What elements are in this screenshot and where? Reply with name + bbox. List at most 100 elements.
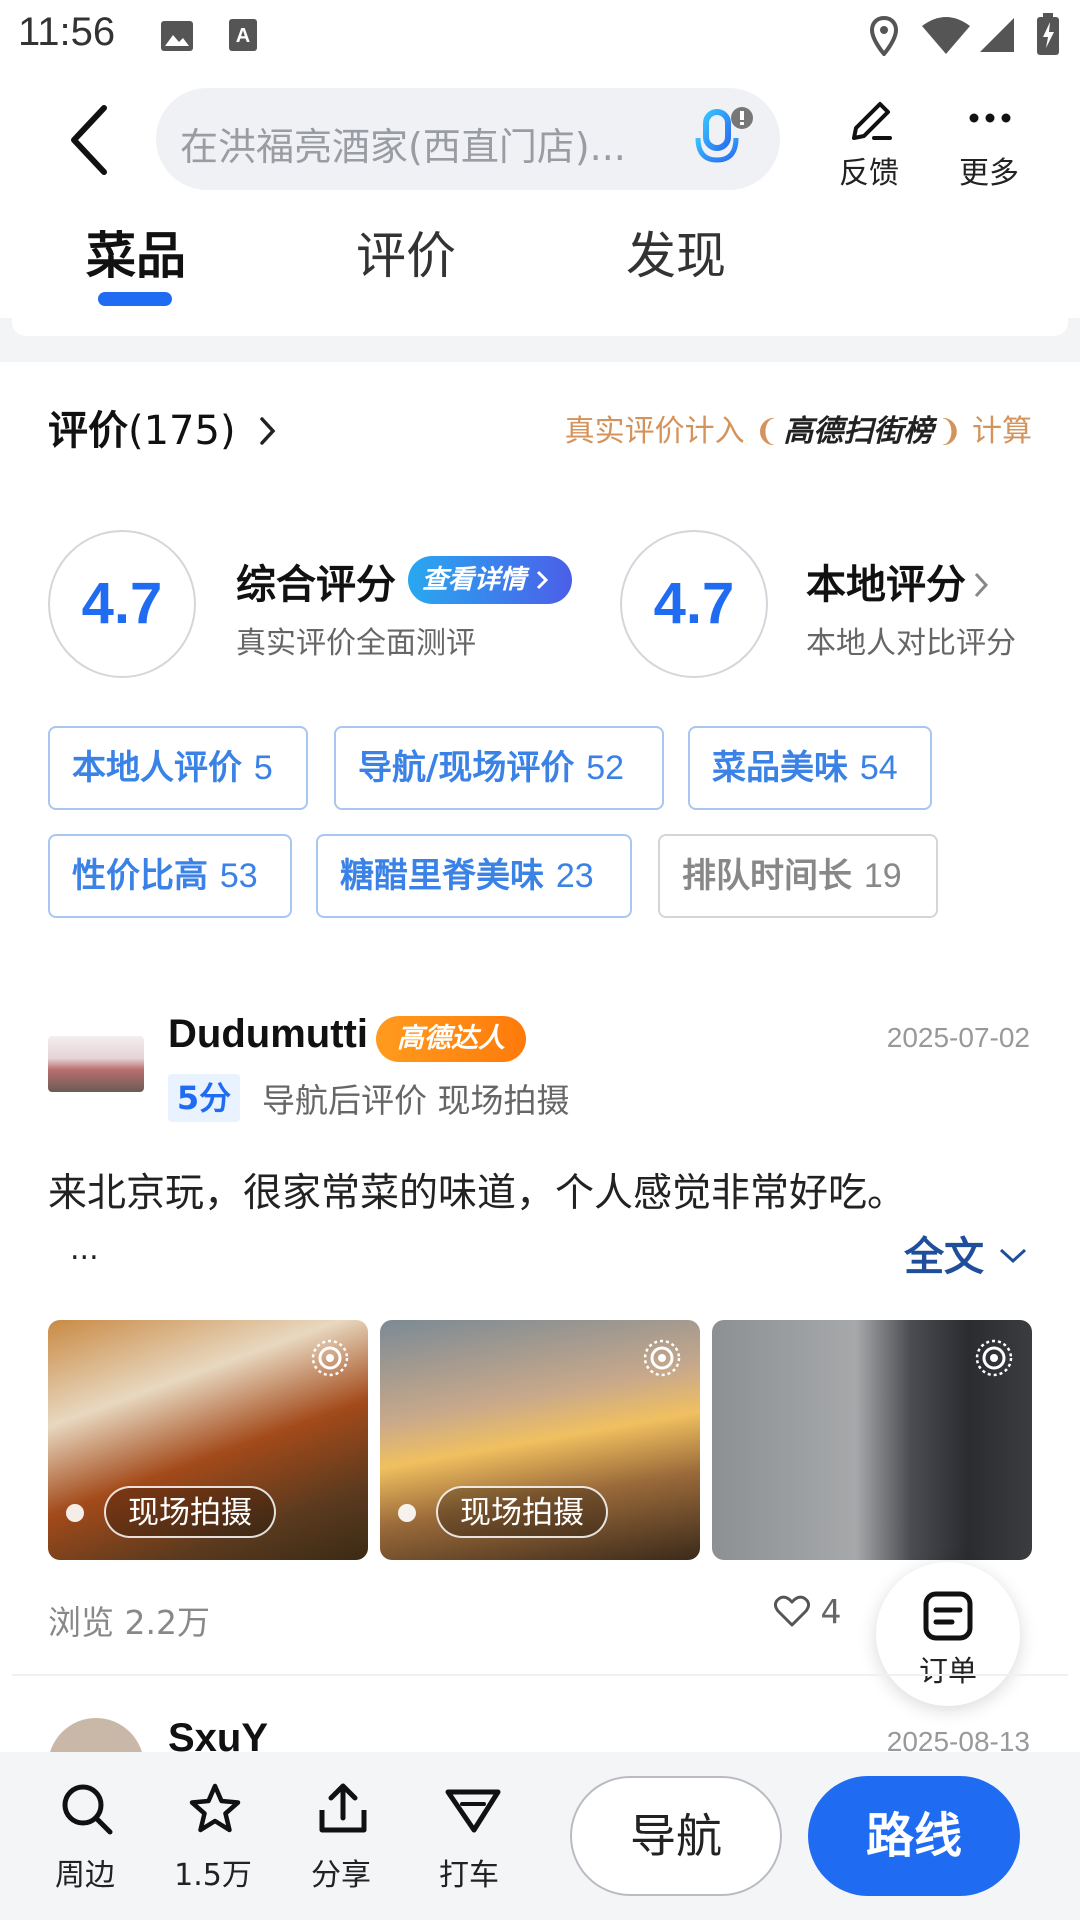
search-placeholder: 在洪福亮酒家(西直门店)...: [180, 125, 626, 169]
review-photo[interactable]: [712, 1320, 1032, 1560]
tag-label: 糖醋里脊美味: [340, 856, 544, 896]
local-score-title: 本地评分: [806, 562, 966, 608]
overall-score: 4.7: [48, 530, 196, 678]
battery-icon: [1037, 13, 1059, 55]
edit-pen-icon: [852, 102, 892, 140]
like-button[interactable]: 4: [773, 1592, 842, 1631]
feedback-label: 反馈: [839, 156, 899, 191]
onsite-photo-label: 现场拍摄: [104, 1486, 276, 1538]
tag-count: 52: [586, 749, 625, 787]
review-text[interactable]: 来北京玩，很家常菜的味道，个人感觉非常好吃。: [48, 1162, 906, 1218]
tab-dishes[interactable]: 菜品: [86, 216, 186, 288]
tag-count: 54: [859, 749, 898, 787]
top-header: 在洪福亮酒家(西直门店)... 反馈 更多: [0, 74, 1080, 204]
tag-local-reviews[interactable]: 本地人评价 5: [48, 726, 308, 810]
chevron-down-icon: [999, 1248, 1027, 1264]
overall-score-title: 综合评分: [236, 562, 396, 608]
voice-mic-icon[interactable]: [694, 106, 754, 172]
tag-label: 本地人评价: [72, 748, 242, 788]
view-details-label: 查看详情: [422, 565, 527, 595]
favorite-button[interactable]: 1.5万: [158, 1782, 268, 1893]
order-icon: [923, 1591, 973, 1641]
tag-count: 5: [253, 749, 273, 787]
tag-long-queue[interactable]: 排队时间长 19: [658, 834, 938, 918]
review-username[interactable]: Dudumutti: [168, 1012, 368, 1057]
review-divider: [12, 1674, 1068, 1676]
expert-badge: 高德达人: [376, 1016, 526, 1062]
order-button[interactable]: 订单: [876, 1562, 1020, 1706]
tag-tasty-dishes[interactable]: 菜品美味 54: [688, 726, 932, 810]
share-label: 分享: [311, 1858, 371, 1893]
tag-label: 菜品美味: [712, 748, 848, 788]
search-input[interactable]: 在洪福亮酒家(西直门店)...: [156, 88, 780, 190]
chevron-right-icon: [974, 572, 989, 598]
share-button[interactable]: 分享: [286, 1782, 396, 1893]
star-icon: [189, 1783, 241, 1833]
rank-brand: 高德扫街榜: [783, 414, 934, 449]
tag-nav-onsite-reviews[interactable]: 导航/现场评价 52: [334, 726, 664, 810]
signal-icon: [980, 18, 1014, 52]
full-text-button[interactable]: 全文: [904, 1224, 1028, 1282]
section-divider: [0, 318, 1080, 362]
text-app-icon: A: [229, 19, 257, 51]
photo-dot: [66, 1504, 84, 1522]
chevron-right-icon: [537, 570, 549, 590]
avatar[interactable]: [48, 1036, 144, 1092]
tag-label: 性价比高: [72, 856, 208, 896]
reviews-title: 评价: [48, 408, 128, 454]
tag-count: 53: [219, 857, 258, 895]
review-ellipsis: ...: [70, 1232, 99, 1267]
location-icon: [870, 16, 898, 56]
photo-dot: [398, 1504, 416, 1522]
view-count: 浏览 2.2万: [48, 1603, 210, 1642]
like-count: 4: [820, 1592, 842, 1631]
navigate-button[interactable]: 导航: [570, 1776, 782, 1896]
nearby-label: 周边: [55, 1858, 115, 1893]
svg-text:A: A: [236, 25, 250, 47]
tab-indicator: [98, 292, 172, 306]
nearby-button[interactable]: 周边: [30, 1782, 140, 1893]
review-date: 2025-07-02: [886, 1022, 1030, 1053]
more-label: 更多: [959, 156, 1019, 191]
view-details-button[interactable]: 查看详情: [408, 556, 572, 604]
taxi-label: 打车: [439, 1858, 499, 1893]
laurel-right-icon: ❩: [937, 414, 963, 449]
taxi-button[interactable]: 打车: [414, 1782, 524, 1893]
tag-count: 23: [555, 857, 594, 895]
local-score-link[interactable]: 本地评分: [806, 552, 991, 610]
bottom-action-bar: 周边 1.5万 分享 打车 导航 路线: [0, 1752, 1080, 1920]
review-photo[interactable]: 现场拍摄: [380, 1320, 700, 1560]
reviews-count: (175): [128, 408, 236, 454]
tab-discover[interactable]: 发现: [626, 216, 726, 288]
back-arrow-icon[interactable]: [60, 102, 124, 178]
full-text-label: 全文: [904, 1234, 985, 1280]
heart-icon: [773, 1595, 811, 1627]
rank-note-suffix: 计算: [972, 414, 1032, 449]
search-icon: [62, 1784, 113, 1835]
live-photo-icon: [643, 1339, 681, 1377]
chevron-right-icon: [259, 417, 275, 445]
tag-label: 排队时间长: [682, 856, 852, 896]
onsite-photo-label: 现场拍摄: [436, 1486, 608, 1538]
review-score: 5分: [168, 1074, 240, 1122]
route-button[interactable]: 路线: [808, 1776, 1020, 1896]
tab-bar: 菜品 评价 发现: [0, 204, 1080, 314]
tag-count: 19: [863, 857, 902, 895]
gallery-icon: [161, 21, 193, 51]
tab-reviews[interactable]: 评价: [356, 216, 456, 288]
tag-good-value[interactable]: 性价比高 53: [48, 834, 292, 918]
taxi-icon: [445, 1789, 501, 1833]
status-bar: 11:56 A: [0, 0, 1080, 74]
rank-note: 真实评价计入 ❨ 高德扫街榜 ❩ 计算: [565, 406, 1032, 450]
review-meta: 导航后评价 现场拍摄: [262, 1081, 570, 1120]
review-photo[interactable]: 现场拍摄: [48, 1320, 368, 1560]
reviews-header[interactable]: 评价(175): [48, 398, 278, 456]
rank-note-prefix: 真实评价计入: [564, 414, 745, 449]
more-button[interactable]: 更多: [944, 94, 1034, 191]
favorite-count: 1.5万: [174, 1858, 252, 1893]
status-time: 11:56: [18, 10, 116, 54]
local-score-subtitle: 本地人对比评分: [806, 626, 1016, 661]
overall-score-subtitle: 真实评价全面测评: [236, 626, 476, 661]
feedback-button[interactable]: 反馈: [824, 94, 914, 191]
tag-sweet-sour-pork[interactable]: 糖醋里脊美味 23: [316, 834, 632, 918]
